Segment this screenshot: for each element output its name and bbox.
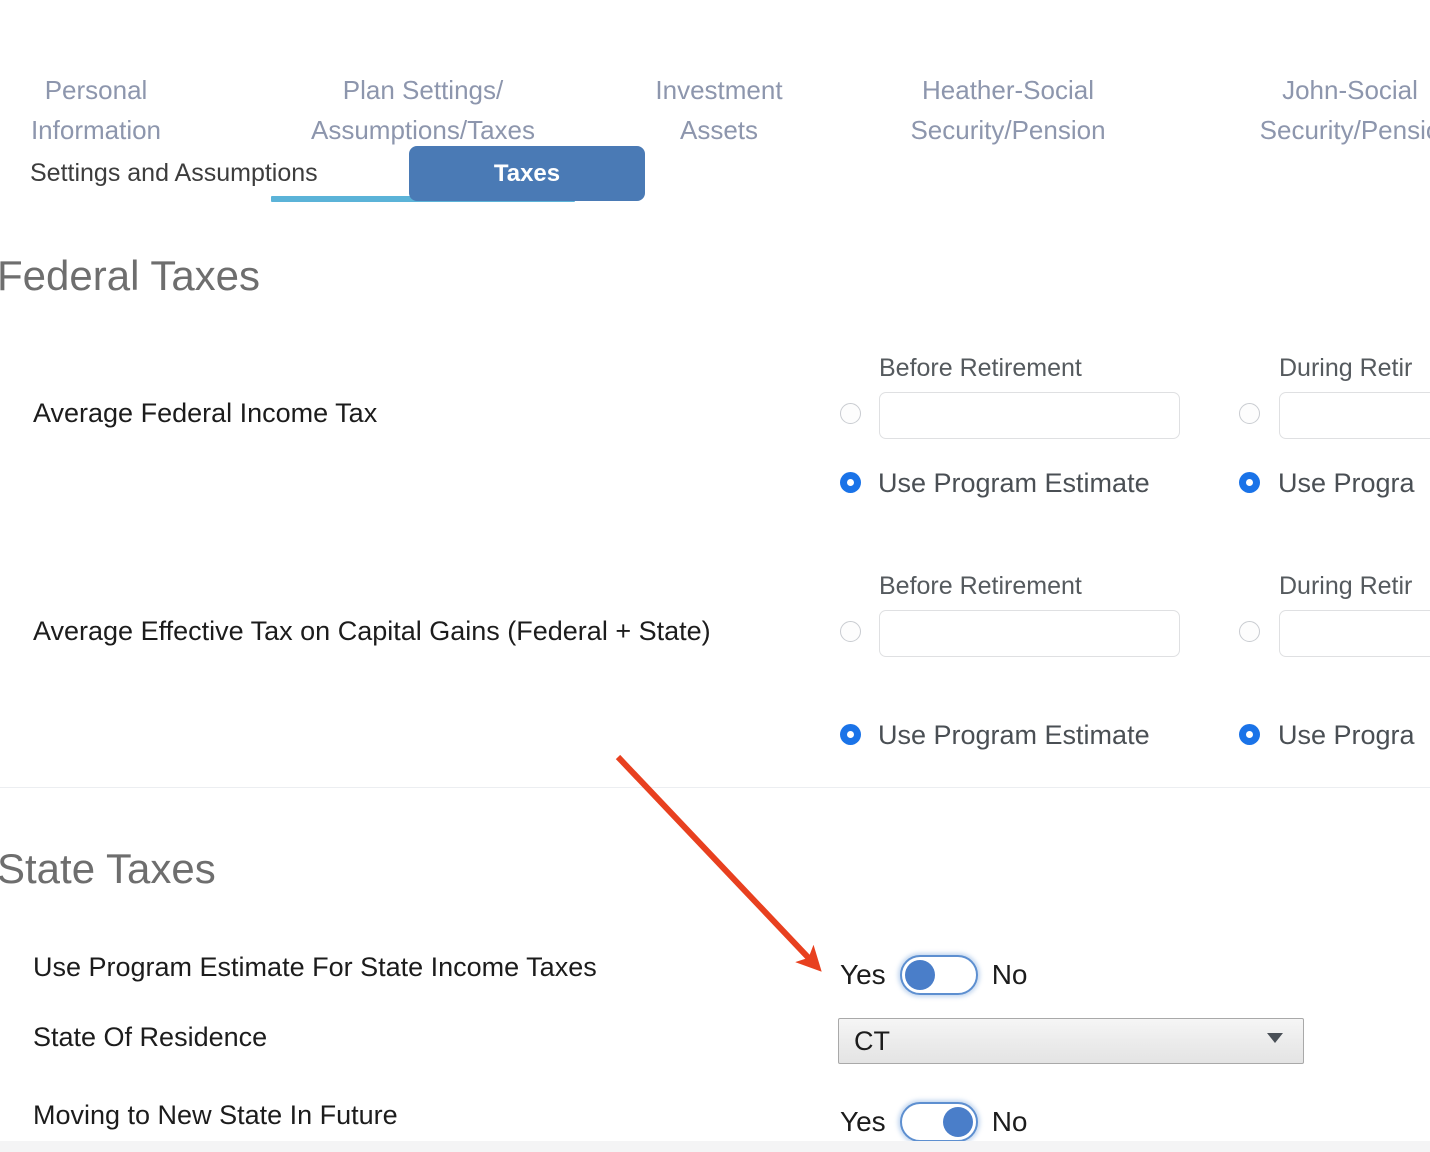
toggle-yes-label: Yes [840, 958, 886, 992]
main-tab-bar: Personal Information Plan Settings/ Assu… [0, 0, 1430, 122]
field-label-moving-to-new-state-in-future: Moving to New State In Future [33, 1095, 398, 1135]
field-label-use-program-estimate-state-income-taxes: Use Program Estimate For State Income Ta… [33, 947, 597, 987]
section-divider [0, 787, 1430, 788]
radio-use-program-estimate-federal-income-during[interactable] [1239, 472, 1260, 493]
tab-personal-information[interactable]: Personal Information [0, 30, 192, 150]
section-heading-state-taxes: State Taxes [0, 845, 216, 893]
input-federal-income-tax-before-retirement[interactable] [879, 392, 1180, 439]
section-heading-federal-taxes: Federal Taxes [0, 252, 260, 300]
subtab-label: Settings and Assumptions [30, 159, 318, 187]
toggle-use-program-estimate-state-income-taxes[interactable] [900, 955, 978, 995]
select-state-of-residence[interactable]: CT [838, 1018, 1304, 1064]
input-capital-gains-tax-during-retirement[interactable] [1279, 610, 1430, 657]
input-federal-income-tax-during-retirement[interactable] [1279, 392, 1430, 439]
field-label-state-of-residence: State Of Residence [33, 1017, 267, 1057]
subtab-settings-and-assumptions[interactable]: Settings and Assumptions [30, 154, 318, 192]
tab-label: Heather-Social Security/Pension [910, 75, 1105, 145]
field-label-average-effective-tax-capital-gains: Average Effective Tax on Capital Gains (… [33, 610, 753, 653]
column-header-during-retirement-2: During Retir [1279, 571, 1412, 601]
subtab-label: Taxes [494, 160, 560, 188]
label-use-program-estimate-federal-income-during: Use Progra [1278, 467, 1415, 499]
bottom-band [0, 1141, 1430, 1152]
radio-custom-value-capital-gains-during[interactable] [1239, 621, 1260, 642]
tab-label: John-Social Security/Pensio [1260, 75, 1430, 145]
tab-investment-assets[interactable]: Investment Assets [628, 30, 810, 150]
radio-custom-value-federal-income-before[interactable] [840, 403, 861, 424]
tab-label: Plan Settings/ Assumptions/Taxes [311, 75, 535, 145]
sub-tab-bar: Settings and Assumptions Taxes [0, 146, 1430, 204]
toggle-yes-label: Yes [840, 1105, 886, 1139]
column-header-before-retirement-2: Before Retirement [879, 571, 1082, 601]
chevron-down-icon [1267, 1033, 1283, 1043]
tab-heather-social-security-pension[interactable]: Heather-Social Security/Pension [880, 30, 1136, 150]
radio-use-program-estimate-federal-income-before[interactable] [840, 472, 861, 493]
toggle-knob [943, 1107, 973, 1137]
radio-use-program-estimate-capital-gains-during[interactable] [1239, 724, 1260, 745]
radio-custom-value-capital-gains-before[interactable] [840, 621, 861, 642]
toggle-no-label: No [992, 1105, 1028, 1139]
toggle-no-label: No [992, 958, 1028, 992]
label-use-program-estimate-capital-gains-before: Use Program Estimate [878, 719, 1150, 751]
select-value: CT [854, 1025, 890, 1057]
label-use-program-estimate-federal-income-before: Use Program Estimate [878, 467, 1150, 499]
tab-label: Personal Information [31, 75, 161, 145]
label-use-program-estimate-capital-gains-during: Use Progra [1278, 719, 1415, 751]
toggle-group-state-income-estimate: Yes No [840, 955, 1027, 995]
column-header-before-retirement-1: Before Retirement [879, 353, 1082, 383]
field-label-average-federal-income-tax: Average Federal Income Tax [33, 392, 753, 435]
input-capital-gains-tax-before-retirement[interactable] [879, 610, 1180, 657]
radio-custom-value-federal-income-during[interactable] [1239, 403, 1260, 424]
toggle-group-moving-to-new-state: Yes No [840, 1102, 1027, 1142]
radio-use-program-estimate-capital-gains-before[interactable] [840, 724, 861, 745]
taxes-settings-page: Personal Information Plan Settings/ Assu… [0, 0, 1430, 1152]
tab-john-social-security-pension[interactable]: John-Social Security/Pensio [1222, 30, 1430, 150]
column-header-during-retirement-1: During Retir [1279, 353, 1412, 383]
toggle-knob [905, 960, 935, 990]
tab-label: Investment Assets [655, 75, 782, 145]
toggle-moving-to-new-state-in-future[interactable] [900, 1102, 978, 1142]
subtab-taxes[interactable]: Taxes [409, 146, 645, 201]
